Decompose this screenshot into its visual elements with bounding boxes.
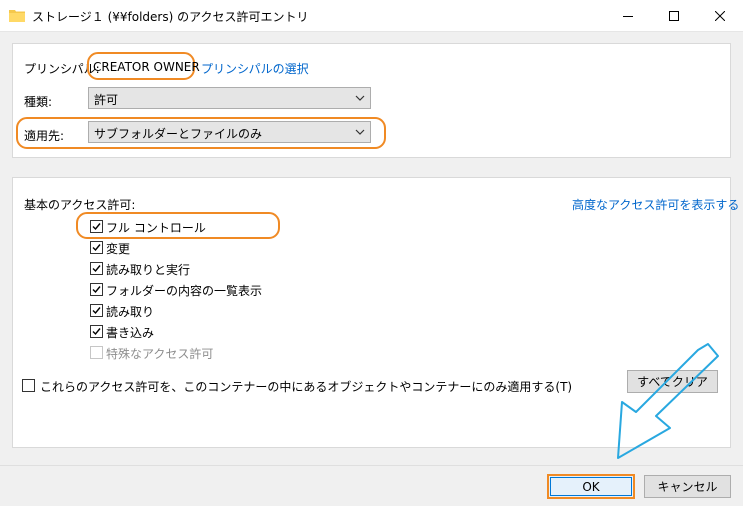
minimize-button[interactable]	[605, 0, 651, 31]
permission-checkbox	[90, 346, 103, 359]
maximize-button[interactable]	[651, 0, 697, 31]
principal-panel: プリンシパル: CREATOR OWNER プリンシパルの選択 種類: 許可 適…	[12, 43, 731, 158]
permission-label: フル コントロール	[106, 221, 206, 235]
checkmark-icon	[92, 328, 101, 336]
maximize-icon	[669, 10, 679, 21]
ok-button[interactable]: OK	[547, 474, 635, 499]
checkmark-icon	[92, 265, 101, 273]
applies-to-label: 適用先:	[24, 129, 65, 143]
checkmark-icon	[92, 307, 101, 315]
permission-checkbox[interactable]	[90, 220, 103, 233]
close-button[interactable]	[697, 0, 743, 31]
permission-checkbox[interactable]	[90, 304, 103, 317]
ok-label: OK	[582, 479, 600, 494]
folder-icon	[9, 8, 25, 22]
permission-label: 変更	[106, 242, 131, 256]
select-principal-link[interactable]: プリンシパルの選択	[201, 60, 309, 77]
checkmark-icon	[92, 244, 101, 252]
permission-label: 書き込み	[106, 326, 155, 340]
applies-to-dropdown[interactable]: サブフォルダーとファイルのみ	[88, 121, 371, 143]
cancel-button[interactable]: キャンセル	[644, 475, 731, 498]
permission-checkbox[interactable]	[90, 283, 103, 296]
permission-checkbox[interactable]	[90, 262, 103, 275]
footer-separator	[0, 465, 743, 466]
applies-to-value: サブフォルダーとファイルのみ	[94, 127, 263, 141]
type-value: 許可	[94, 93, 119, 107]
permission-checkbox[interactable]	[90, 241, 103, 254]
chevron-down-icon	[355, 129, 365, 135]
permission-label: 読み取り	[106, 305, 155, 319]
type-dropdown[interactable]: 許可	[88, 87, 371, 109]
principal-value: CREATOR OWNER	[93, 60, 200, 74]
permission-label: 読み取りと実行	[106, 263, 191, 277]
advanced-permissions-link[interactable]: 高度なアクセス許可を表示する	[572, 196, 739, 213]
apply-only-checkbox[interactable]	[22, 379, 35, 392]
permissions-heading: 基本のアクセス許可:	[24, 198, 136, 212]
permission-label: 特殊なアクセス許可	[106, 347, 214, 361]
minimize-icon	[623, 15, 633, 17]
annotation-arrow-icon	[617, 343, 719, 459]
type-label: 種類:	[24, 95, 53, 109]
permission-checkbox[interactable]	[90, 325, 103, 338]
title-bar: ストレージ１ (¥¥folders) のアクセス許可エントリ	[0, 0, 743, 32]
window-title: ストレージ１ (¥¥folders) のアクセス許可エントリ	[32, 10, 309, 24]
checkmark-icon	[92, 223, 101, 231]
checkmark-icon	[92, 286, 101, 294]
close-icon	[715, 10, 725, 21]
chevron-down-icon	[355, 95, 365, 101]
apply-only-label: これらのアクセス許可を、このコンテナーの中にあるオブジェクトやコンテナーにのみ適…	[40, 380, 573, 394]
permission-label: フォルダーの内容の一覧表示	[106, 284, 263, 298]
